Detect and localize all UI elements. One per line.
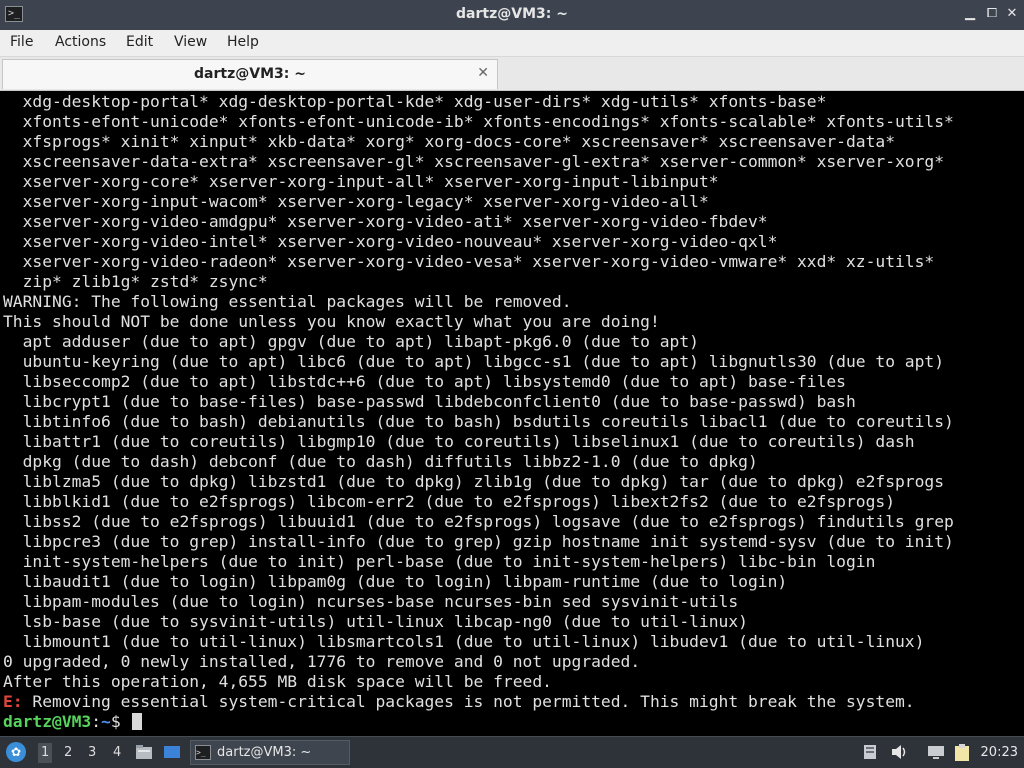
tab-label: dartz@VM3: ~ [194,66,306,82]
maximize-button[interactable]: ⧠ [984,6,1000,22]
tab-bar: dartz@VM3: ~ ✕ [0,57,1024,91]
terminal-line: dpkg (due to dash) debconf (due to dash)… [3,452,758,471]
terminal-line: libpcre3 (due to grep) install-info (due… [3,532,954,551]
prompt-symbol: $ [110,712,131,731]
window-title: dartz@VM3: ~ [456,6,568,22]
workspace-4[interactable]: 4 [113,745,121,760]
terminal-output[interactable]: xdg-desktop-portal* xdg-desktop-portal-k… [0,91,1024,736]
terminal-line: libmount1 (due to util-linux) libsmartco… [3,632,925,651]
tab-close-icon[interactable]: ✕ [477,65,489,81]
terminal-icon: >_ [195,745,211,760]
prompt-user: dartz@VM3 [3,712,92,731]
terminal-line: apt adduser (due to apt) gpgv (due to ap… [3,332,699,351]
clipboard-icon[interactable] [954,744,970,762]
terminal-line: lsb-base (due to sysvinit-utils) util-li… [3,612,748,631]
terminal-line: xfsprogs* xinit* xinput* xkb-data* xorg*… [3,132,895,151]
text-cursor [132,713,143,730]
terminal-line: This should NOT be done unless you know … [3,312,660,331]
display-icon[interactable] [927,744,945,760]
menu-view[interactable]: View [174,34,207,50]
terminal-line: WARNING: The following essential package… [3,292,572,311]
workspace-2[interactable]: 2 [64,745,72,760]
menu-help[interactable]: Help [227,34,259,50]
minimize-button[interactable]: ▁ [962,6,978,22]
menu-edit[interactable]: Edit [126,34,153,50]
terminal-line: xdg-desktop-portal* xdg-desktop-portal-k… [3,92,827,111]
volume-icon[interactable] [890,744,908,760]
terminal-line: liblzma5 (due to dpkg) libzstd1 (due to … [3,472,945,491]
start-menu-icon[interactable]: ✿ [6,742,26,762]
taskbar: ✿ 1 2 3 4 >_ dartz@VM3: ~ 20:23 [0,736,1024,768]
terminal-lines: xdg-desktop-portal* xdg-desktop-portal-k… [3,92,1024,732]
terminal-line: libpam-modules (due to login) ncurses-ba… [3,592,739,611]
network-icon[interactable] [862,744,878,760]
terminal-line: zip* zlib1g* zstd* zsync* [3,272,268,291]
terminal-line: xserver-xorg-core* xserver-xorg-input-al… [3,172,719,191]
terminal-line: libattr1 (due to coreutils) libgmp10 (du… [3,432,915,451]
file-manager-icon[interactable] [135,744,153,760]
taskbar-terminal-item[interactable]: >_ dartz@VM3: ~ [190,740,350,765]
terminal-line: libss2 (due to e2fsprogs) libuuid1 (due … [3,512,954,531]
error-prefix: E: [3,692,23,711]
task-label: dartz@VM3: ~ [217,745,312,760]
menu-bar: File Actions Edit View Help [0,30,1024,57]
error-message: Removing essential system-critical packa… [22,692,915,711]
prompt-path: ~ [101,712,111,731]
prompt-separator: : [91,712,102,731]
clock: 20:23 [980,745,1018,760]
terminal-line: After this operation, 4,655 MB disk spac… [3,672,552,691]
window-titlebar[interactable]: >_ dartz@VM3: ~ ▁ ⧠ ✕ [0,0,1024,30]
terminal-line: xscreensaver-data-extra* xscreensaver-gl… [3,152,945,171]
terminal-line: libaudit1 (due to login) libpam0g (due t… [3,572,788,591]
terminal-line: xfonts-efont-unicode* xfonts-efont-unico… [3,112,954,131]
terminal-line: xserver-xorg-video-radeon* xserver-xorg-… [3,252,935,271]
terminal-line: init-system-helpers (due to init) perl-b… [3,552,876,571]
terminal-line: ubuntu-keyring (due to apt) libc6 (due t… [3,352,945,371]
terminal-line: libtinfo6 (due to bash) debianutils (due… [3,412,954,431]
workspace-3[interactable]: 3 [88,745,96,760]
terminal-line: xserver-xorg-video-amdgpu* xserver-xorg-… [3,212,768,231]
terminal-line: 0 upgraded, 0 newly installed, 1776 to r… [3,652,641,671]
terminal-line: libseccomp2 (due to apt) libstdc++6 (due… [3,372,846,391]
terminal-line: xserver-xorg-input-wacom* xserver-xorg-l… [3,192,709,211]
menu-actions[interactable]: Actions [55,34,106,50]
close-button[interactable]: ✕ [1004,6,1020,22]
menu-file[interactable]: File [10,34,33,50]
terminal-line: libblkid1 (due to e2fsprogs) libcom-err2… [3,492,895,511]
terminal-tab[interactable]: dartz@VM3: ~ ✕ [2,59,498,89]
workspace-1[interactable]: 1 [38,743,53,763]
terminal-line: libcrypt1 (due to base-files) base-passw… [3,392,856,411]
error-line: E: Removing essential system-critical pa… [3,692,1024,712]
show-desktop-icon[interactable] [163,744,181,760]
prompt-line[interactable]: dartz@VM3:~$ [3,712,1024,732]
terminal-line: xserver-xorg-video-intel* xserver-xorg-v… [3,232,778,251]
